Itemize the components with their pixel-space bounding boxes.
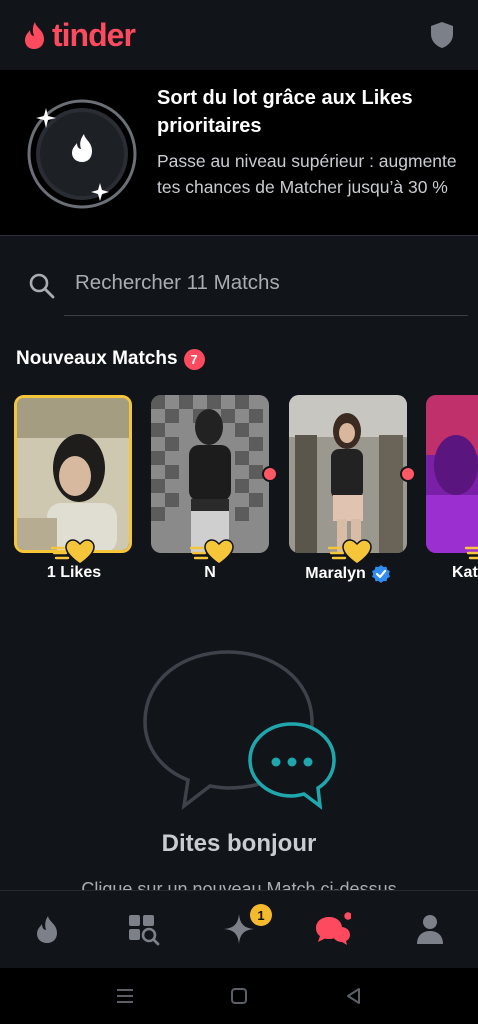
match-photo-maralyn: [289, 395, 407, 553]
priority-like-badge-icon: [27, 99, 137, 209]
gold-heart-icon: [189, 539, 234, 565]
search-underline: [64, 315, 468, 316]
match-card-maralyn[interactable]: [289, 395, 416, 565]
explore-icon[interactable]: [125, 911, 161, 947]
chat-icon[interactable]: [315, 911, 351, 947]
gold-heart-icon: [50, 539, 95, 565]
match-name-kat: Kat: [452, 564, 478, 581]
likes-card[interactable]: [14, 395, 132, 565]
match-photo-kat: [426, 395, 478, 553]
gold-heart-icon: [327, 539, 372, 565]
system-navigation-bar: [0, 968, 478, 1024]
new-matches-title: Nouveaux Matchs: [16, 348, 178, 369]
brand-name: tinder: [52, 16, 136, 53]
bottom-navigation: 1: [0, 890, 478, 968]
online-indicator: [262, 466, 278, 482]
match-card-kat[interactable]: [426, 395, 478, 560]
likes-photo: [14, 395, 132, 553]
home-button-icon[interactable]: [227, 984, 251, 1008]
search-bar[interactable]: Rechercher 11 Matchs: [28, 262, 468, 318]
profile-icon[interactable]: [412, 911, 448, 947]
recent-apps-icon[interactable]: [113, 984, 137, 1008]
flame-icon: [25, 22, 44, 49]
match-name-likes: 1 Likes: [46, 564, 102, 581]
new-matches-heading: Nouveaux Matchs 7: [16, 348, 205, 370]
shield-icon[interactable]: [428, 20, 456, 50]
chat-bubbles-illustration: [143, 650, 336, 811]
match-name-maralyn: Maralyn: [278, 564, 418, 584]
match-card-n[interactable]: [151, 395, 278, 565]
home-icon[interactable]: [29, 911, 65, 947]
back-icon[interactable]: [341, 984, 365, 1008]
match-photo-n: [151, 395, 269, 553]
search-input[interactable]: Rechercher 11 Matchs: [75, 271, 280, 295]
promo-description: Passe au niveau supérieur : augmente tes…: [157, 151, 457, 197]
priority-likes-promo[interactable]: Sort du lot grâce aux Likes prioritaires…: [0, 70, 478, 236]
tinder-logo[interactable]: tinder: [22, 16, 136, 54]
empty-state-title: Dites bonjour: [161, 830, 317, 857]
match-name-n: N: [204, 564, 216, 581]
match-image-kat: [426, 395, 478, 553]
empty-state-subtitle: Clique sur un nouveau Match ci-dessus: [81, 879, 397, 890]
online-indicator: [400, 466, 416, 482]
gold-heart-icon: [464, 546, 478, 560]
match-image-maralyn: [289, 395, 407, 553]
sparkle-count-badge: 1: [250, 904, 272, 926]
new-matches-count-badge: 7: [183, 348, 205, 370]
likes-image: [17, 398, 129, 550]
verified-badge-icon: [371, 565, 390, 583]
app-header: tinder: [0, 0, 478, 70]
promo-title: Sort du lot grâce aux Likes prioritaires: [157, 87, 413, 137]
match-image-n: [151, 395, 269, 553]
search-icon: [29, 273, 55, 299]
